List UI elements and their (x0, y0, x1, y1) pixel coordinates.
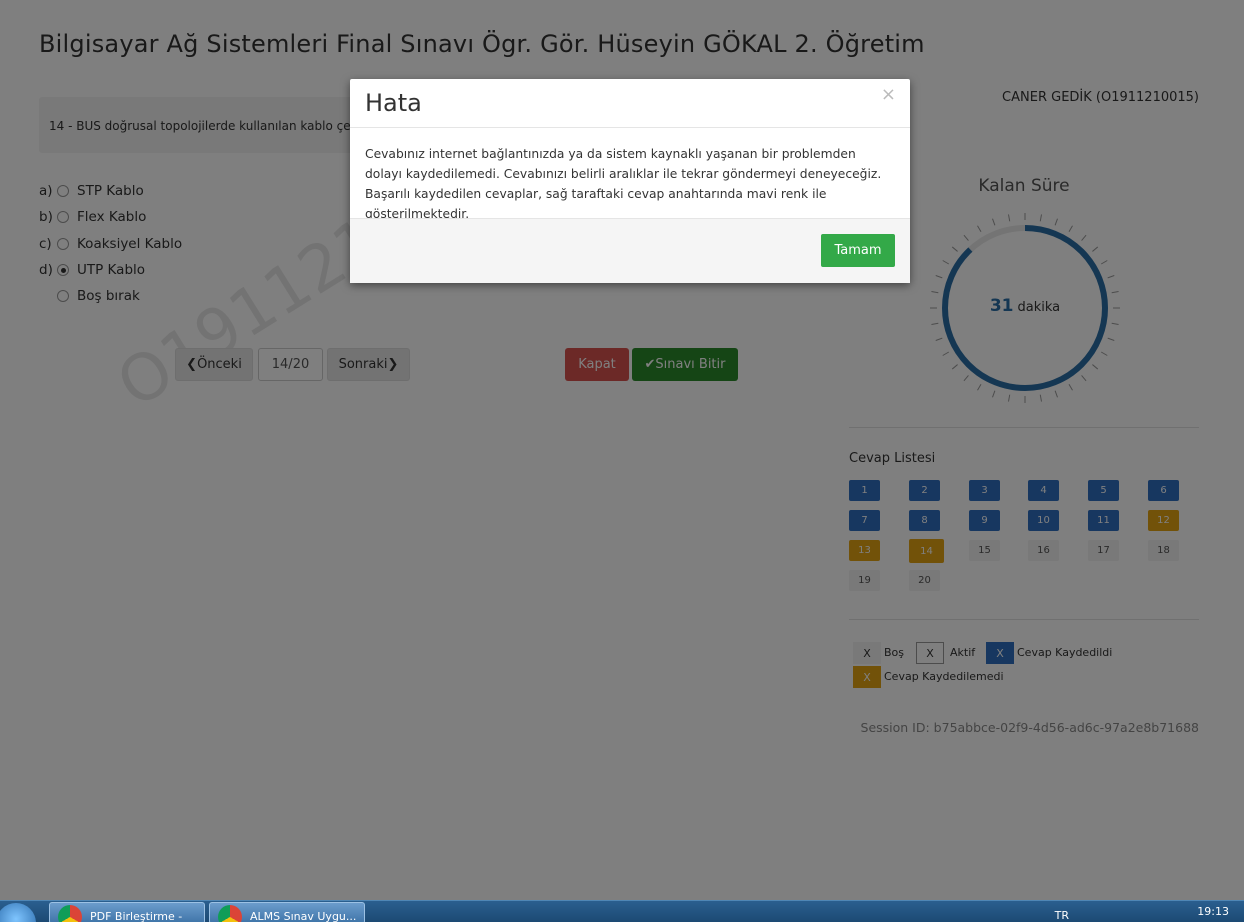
ok-button[interactable]: Tamam (821, 234, 895, 267)
dialog-footer: Tamam (350, 218, 910, 283)
chrome-icon (58, 905, 82, 922)
language-indicator[interactable]: TR (1055, 909, 1069, 922)
taskbar-item-label: PDF Birleştirme - (90, 910, 182, 922)
dialog-message: Cevabınız internet bağlantınızda ya da s… (365, 144, 895, 224)
start-orb-icon[interactable] (0, 903, 36, 922)
taskbar-item-alms[interactable]: ALMS Sınav Uygu... (209, 902, 365, 922)
windows-taskbar: PDF Birleştirme - ALMS Sınav Uygu... TR … (0, 900, 1244, 922)
chrome-icon (218, 905, 242, 922)
close-icon[interactable]: × (881, 84, 896, 105)
dialog-title: Hata (365, 89, 422, 117)
dialog-header: Hata × (350, 79, 910, 128)
error-dialog: Hata × Cevabınız internet bağlantınızda … (350, 79, 910, 282)
taskbar-item-label: ALMS Sınav Uygu... (250, 910, 356, 922)
clock[interactable]: 19:13 (1197, 905, 1229, 918)
taskbar-item-pdf[interactable]: PDF Birleştirme - (49, 902, 205, 922)
